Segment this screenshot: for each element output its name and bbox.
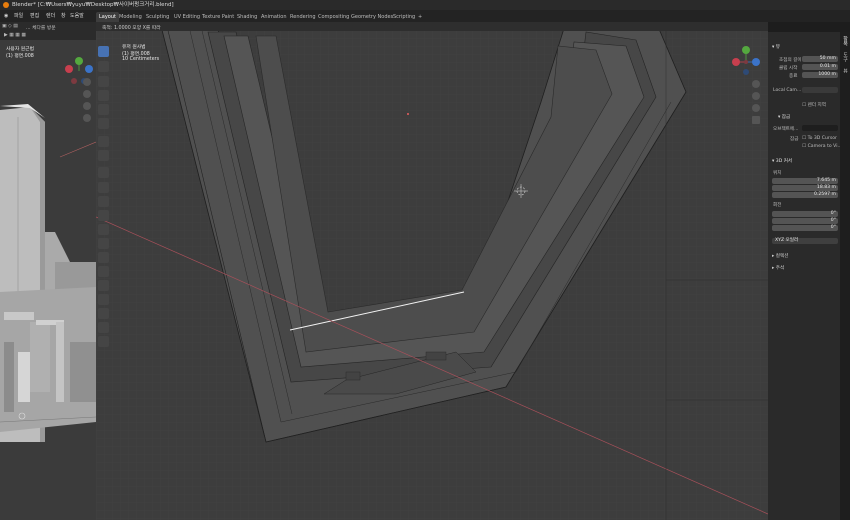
lock-label: 잠금 xyxy=(790,137,799,142)
extrude-tool[interactable] xyxy=(98,182,109,193)
left-grid-icon[interactable] xyxy=(83,114,91,122)
left-camera-icon[interactable] xyxy=(83,102,91,110)
cursor-location-x[interactable]: 7.645 m xyxy=(772,178,838,184)
hand-pan-icon[interactable] xyxy=(752,92,760,100)
menu-edit[interactable]: 편집 xyxy=(30,10,39,22)
3d-cursor-section-label: 3D 커서 xyxy=(775,159,793,164)
workspace-tab-geometry-nodes[interactable]: Geometry Nodes xyxy=(348,12,396,22)
clip-start-label: 클립 시작 xyxy=(779,66,798,71)
cursor-rotation-z[interactable]: 0° xyxy=(772,225,838,231)
knife-tool[interactable] xyxy=(98,238,109,249)
focal-length-label: 초점의 길이 xyxy=(779,58,802,63)
left-viewport-header: ▣ ◇ ▤ ... 체다를 방문 ▶ ▦ ▦ ▦ xyxy=(0,22,96,40)
left-zoom-icon[interactable] xyxy=(83,78,91,86)
shear-tool[interactable] xyxy=(98,322,109,333)
to-3d-cursor-checkbox[interactable]: ☐ To 3D Cursor xyxy=(802,136,837,141)
lock-section-header[interactable]: ▾ 잠금 xyxy=(778,114,790,120)
collections-section-label: 컬렉션 xyxy=(775,254,789,259)
workspace-tab-modeling[interactable]: Modeling xyxy=(116,12,145,22)
blender-menu-icon[interactable]: ◉ xyxy=(4,10,8,22)
workspace-tab-compositing[interactable]: Compositing xyxy=(315,12,352,22)
left-hand-icon[interactable] xyxy=(83,90,91,98)
tab-tool[interactable]: 도구 xyxy=(842,52,849,62)
local-camera-field[interactable] xyxy=(802,87,838,93)
clip-start-field[interactable]: 0.01 m xyxy=(802,64,838,70)
inset-tool[interactable] xyxy=(98,196,109,207)
main-viewport[interactable]: 축적: 1.0000 모양 X를 따라 유저 원사법 (1) 평면.008 10… xyxy=(96,22,768,520)
shrink-fatten-tool[interactable] xyxy=(98,308,109,319)
tab-view[interactable]: 뷰 xyxy=(842,68,849,73)
workspace-tab-shading[interactable]: Shading xyxy=(234,12,260,22)
main-navigation-gizmo[interactable] xyxy=(96,22,768,142)
view-section-header[interactable]: ▾ 뷰 xyxy=(772,44,780,50)
rotation-label: 회전 xyxy=(773,203,782,208)
clip-end-label: 종료 xyxy=(789,74,798,79)
left-header-text[interactable]: ... 체다를 방문 xyxy=(26,24,56,31)
zoom-icon[interactable] xyxy=(752,80,760,88)
3d-cursor-section-header[interactable]: ▾ 3D 커서 xyxy=(772,158,792,164)
sidebar-n-panel: ▾ 뷰 초점의 길이 50 mm 클립 시작 0.01 m 종료 1000 m … xyxy=(768,32,842,520)
sidebar-tabs: 항목 도구 뷰 xyxy=(840,32,850,520)
left-menu-icons[interactable]: ▣ ◇ ▤ xyxy=(2,24,18,29)
tab-item[interactable]: 항목 xyxy=(842,36,849,46)
cursor-location-z[interactable]: 0.2597 m xyxy=(772,192,838,198)
edge-slide-tool[interactable] xyxy=(98,294,109,305)
cursor-rotation-x[interactable]: 0° xyxy=(772,211,838,217)
cursor-location-y[interactable]: 18.83 m xyxy=(772,185,838,191)
rip-tool[interactable] xyxy=(98,336,109,347)
lock-section-label: 잠금 xyxy=(781,115,791,120)
clip-end-field[interactable]: 1000 m xyxy=(802,72,838,78)
camera-to-view-label: Camera to Vi... xyxy=(807,144,842,149)
left-mode-icons[interactable]: ▶ ▦ ▦ ▦ xyxy=(4,33,26,38)
grid-toggle-icon[interactable] xyxy=(752,116,760,124)
smooth-tool[interactable] xyxy=(98,280,109,291)
workspace-tab-animation[interactable]: Animation xyxy=(258,12,290,22)
annotations-section-header[interactable]: ▸ 주석 xyxy=(772,265,784,271)
workspace-tab-scripting[interactable]: Scripting xyxy=(390,12,418,22)
spin-tool[interactable] xyxy=(98,266,109,277)
measure-tool[interactable] xyxy=(98,150,109,161)
menu-file[interactable]: 파일 xyxy=(14,10,23,22)
bevel-tool[interactable] xyxy=(98,210,109,221)
local-camera-label: Local Cam... xyxy=(773,88,802,93)
camera-to-view-checkbox[interactable]: ☐ Camera to Vi... xyxy=(802,144,842,149)
view-section-label: 뷰 xyxy=(775,45,781,50)
workspace-tab-sculpting[interactable]: Sculpting xyxy=(143,12,172,22)
render-region-checkbox[interactable]: ☐ 렌더 지역 xyxy=(802,102,826,108)
menu-window[interactable]: 창 xyxy=(61,10,66,22)
focal-length-field[interactable]: 50 mm xyxy=(802,56,838,62)
loop-cut-tool[interactable] xyxy=(98,224,109,235)
blender-logo-icon xyxy=(3,2,9,8)
title-bar: Blender* [C:₩Users₩yuyu₩Desktop₩사이버펑크거리.… xyxy=(0,0,850,10)
poly-build-tool[interactable] xyxy=(98,252,109,263)
annotations-section-label: 주석 xyxy=(775,266,785,271)
collections-section-header[interactable]: ▸ 컬렉션 xyxy=(772,253,788,259)
to-3d-cursor-label: To 3D Cursor xyxy=(807,136,837,141)
lock-object-label: 오브젝트에... xyxy=(773,127,799,132)
location-label: 위치 xyxy=(773,171,782,176)
rotation-mode-dropdown[interactable]: XYZ 오일러 xyxy=(772,238,838,244)
camera-view-icon[interactable] xyxy=(752,104,760,112)
add-cube-tool[interactable] xyxy=(98,167,109,178)
workspace-add-button[interactable]: + xyxy=(415,12,425,22)
cursor-rotation-y[interactable]: 0° xyxy=(772,218,838,224)
window-title: Blender* [C:₩Users₩yuyu₩Desktop₩사이버펑크거리.… xyxy=(12,2,174,8)
left-navigation-gizmo[interactable] xyxy=(0,48,96,128)
workspace-tab-texture-paint[interactable]: Texture Paint xyxy=(199,12,237,22)
workspace-tab-rendering[interactable]: Rendering xyxy=(287,12,319,22)
left-viewport[interactable]: ▣ ◇ ▤ ... 체다를 방문 ▶ ▦ ▦ ▦ 사용자 원근법 (1) 평면.… xyxy=(0,22,96,520)
lock-object-field[interactable] xyxy=(802,125,838,131)
menu-render[interactable]: 렌더 xyxy=(46,10,55,22)
render-region-label: 렌더 지역 xyxy=(807,103,826,108)
menu-help[interactable]: 도움말 xyxy=(70,10,84,22)
